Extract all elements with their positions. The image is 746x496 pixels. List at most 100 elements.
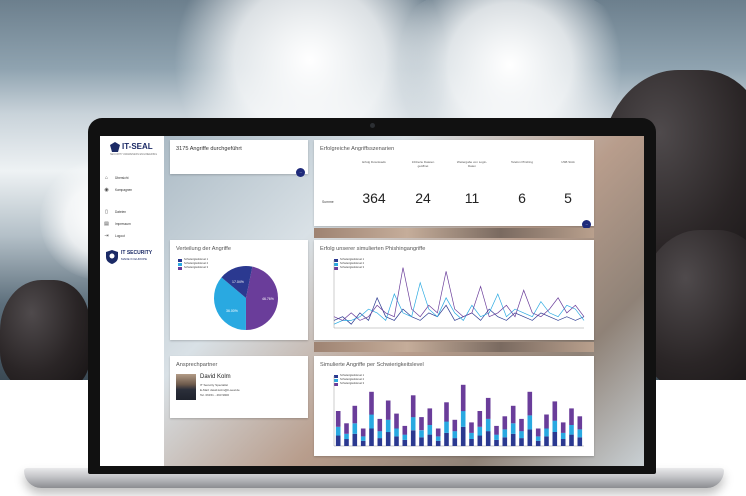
column-header: Weitergabe von Login-Daten: [456, 160, 488, 168]
bar: [552, 420, 558, 432]
bar: [352, 405, 358, 424]
bar: [510, 423, 516, 434]
bar: [502, 416, 508, 430]
bar: [377, 431, 383, 439]
bar: [477, 435, 483, 446]
target-icon: ◉: [104, 187, 109, 193]
bar: [577, 437, 583, 447]
pie-label: 46.76%: [262, 297, 274, 301]
fab-button[interactable]: →: [296, 168, 305, 177]
sidebar-item-label: Kampagnen: [115, 188, 133, 192]
sidebar-item-overview[interactable]: ⌂ Übersicht: [104, 174, 128, 182]
bar: [402, 439, 408, 446]
sidebar-item-logout[interactable]: ⇥ Logout: [104, 232, 124, 240]
bar: [577, 429, 583, 438]
bar: [369, 414, 374, 429]
laptop-bezel: IT-SEAL SECURITY AWARENESS ENGINEERING ⌂…: [88, 118, 656, 474]
bar: [377, 418, 383, 432]
file-icon: ▯: [105, 209, 108, 215]
it-security-badge: IT SECURITY MADE IN EUROPE: [106, 248, 160, 270]
bar: [510, 405, 516, 424]
background-strip: [314, 228, 594, 238]
bar: [360, 440, 366, 447]
sidebar: IT-SEAL SECURITY AWARENESS ENGINEERING ⌂…: [100, 136, 164, 466]
bar: [435, 436, 441, 441]
bar: [419, 417, 424, 431]
bar: [410, 395, 416, 418]
bar: [394, 436, 399, 446]
bar: [410, 417, 416, 431]
bar: [335, 411, 341, 427]
contact-email[interactable]: E-Mail: david.kolm@it-seal.de: [200, 388, 240, 392]
logo-subtitle: SECURITY AWARENESS ENGINEERING: [110, 153, 158, 156]
logo-text: IT-SEAL: [122, 142, 153, 151]
sidebar-item-label: Übersicht: [115, 176, 129, 180]
contact-card: Ansprechpartner David Kolm IT Security S…: [170, 356, 308, 418]
column-header: Telefon Phishing: [510, 160, 533, 164]
metric-value: 364: [362, 190, 386, 206]
bar: [544, 436, 549, 446]
bar: [485, 431, 491, 446]
bar: [385, 419, 391, 433]
bar: [560, 439, 566, 446]
bar: [394, 428, 399, 437]
bar: [377, 438, 383, 446]
bar: [527, 391, 533, 416]
bar: [435, 440, 441, 447]
bar: [427, 408, 433, 425]
bar: [402, 425, 408, 435]
badge-subtitle: MADE IN EUROPE: [121, 257, 148, 261]
bar: [519, 438, 524, 446]
bar: [577, 416, 583, 430]
bar: [335, 435, 341, 446]
bar: [569, 434, 574, 446]
bar: [469, 432, 474, 439]
rock: [0, 280, 90, 380]
bar: [344, 423, 349, 434]
bar: [494, 425, 499, 435]
bar-chart: [333, 376, 584, 447]
sidebar-item-files[interactable]: ▯ Dateien: [104, 208, 126, 216]
bar: [444, 421, 449, 433]
bar: [494, 439, 499, 446]
bar: [510, 433, 516, 447]
bar: [544, 428, 549, 437]
bar: [419, 430, 424, 438]
bar: [560, 432, 566, 439]
bar: [435, 428, 441, 437]
bar: [569, 408, 574, 425]
badge-title: IT SECURITY: [121, 250, 153, 256]
bar: [502, 429, 508, 438]
bar: [519, 431, 524, 439]
bar: [535, 440, 541, 447]
bar: [519, 418, 524, 432]
bar: [444, 402, 449, 422]
success-title: Erfolgreiche Angriffsszenarien: [320, 146, 395, 152]
bar: [419, 437, 424, 447]
bar: [460, 384, 466, 412]
series-line: [333, 267, 585, 321]
avatar: [176, 374, 196, 400]
bar: [344, 433, 349, 440]
kpi-title: 3175 Angriffe durchgeführt: [176, 146, 242, 152]
series-line: [333, 296, 585, 325]
bar: [460, 411, 466, 427]
bar: [477, 411, 483, 427]
bar: [544, 414, 549, 429]
metric-value: 5: [564, 190, 572, 206]
series-line: [333, 281, 585, 325]
bar: [502, 437, 508, 447]
pie-card: Verteilung der Angriffe Schwierigkeitsle…: [170, 240, 308, 340]
bar: [477, 426, 483, 436]
pie-label: 36.00%: [226, 309, 238, 313]
contact-name: David Kolm: [200, 374, 231, 380]
bar: [527, 429, 533, 446]
sidebar-item-imprint[interactable]: ▤ Impressum: [104, 220, 131, 228]
bar: [344, 439, 349, 446]
bar: [385, 432, 391, 446]
bar-card: Simulierte Angriffe per Schwierigkeitsle…: [314, 356, 594, 456]
sidebar-item-campaigns[interactable]: ◉ Kampagnen: [104, 186, 132, 194]
metric-value: 6: [518, 190, 526, 206]
seal-logo-icon: [110, 142, 120, 152]
bar: [352, 433, 358, 447]
